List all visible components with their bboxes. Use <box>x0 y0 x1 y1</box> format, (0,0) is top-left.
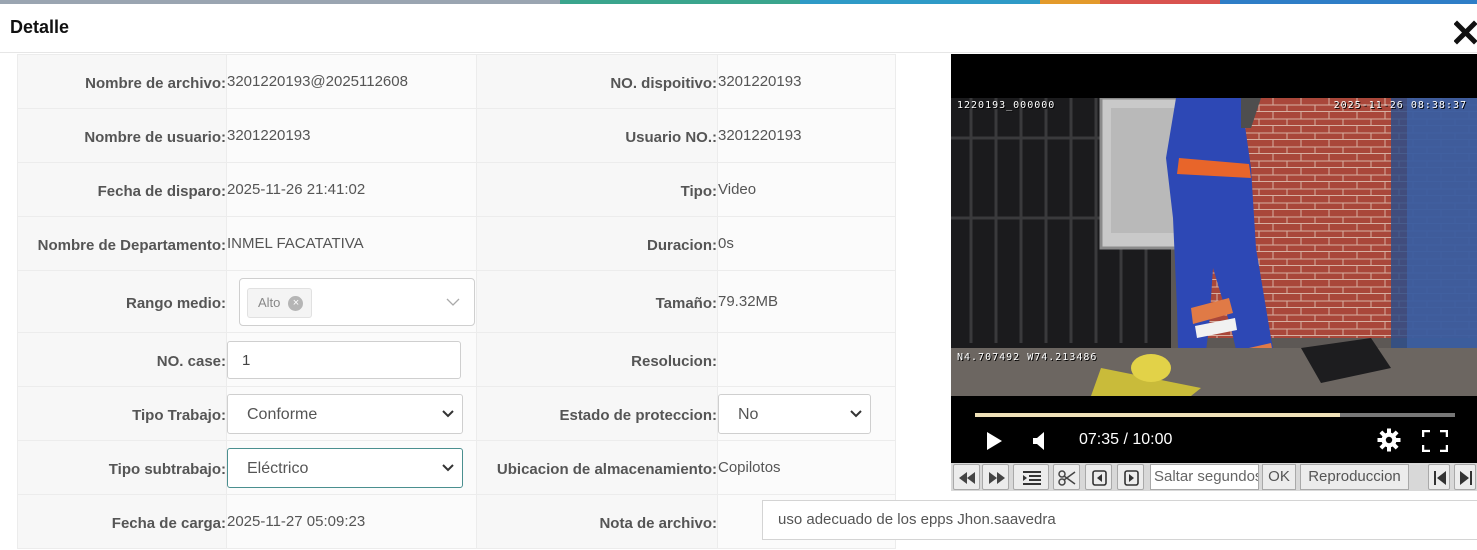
skip-end-button[interactable] <box>1454 464 1476 490</box>
osd-device-id: 1220193_000000 <box>957 100 1056 111</box>
department-label: Nombre de Departamento: <box>17 216 227 271</box>
detail-table: Nombre de archivo: 3201220193@2025112608… <box>17 54 896 549</box>
device-no-label: NO. dispoitivo: <box>476 54 718 109</box>
user-name-label: Nombre de usuario: <box>17 108 227 163</box>
close-icon[interactable] <box>1454 14 1477 50</box>
osd-datetime: 2025-11-26 08:38:37 <box>1333 100 1467 111</box>
protection-label: Estado de proteccion: <box>476 386 718 441</box>
size-value: 79.32MB <box>717 270 896 333</box>
chevron-down-icon <box>446 298 460 306</box>
trigger-date-label: Fecha de disparo: <box>17 162 227 217</box>
seek-ok-button[interactable]: OK <box>1262 464 1296 490</box>
fast-forward-button[interactable] <box>982 464 1009 490</box>
protection-selected: No <box>738 405 759 423</box>
device-no-value: 3201220193 <box>717 54 896 109</box>
protection-cell: No <box>717 386 896 441</box>
list-button[interactable] <box>1013 464 1049 490</box>
work-type-label: Tipo Trabajo: <box>17 386 227 441</box>
table-row: Fecha de disparo: 2025-11-26 21:41:02 Ti… <box>17 162 896 217</box>
prev-frame-icon <box>1092 470 1107 486</box>
prev-frame-button[interactable] <box>1085 464 1112 490</box>
video-time: 07:35 / 10:00 <box>1079 431 1173 448</box>
work-type-cell: Conforme <box>226 386 477 441</box>
rewind-icon <box>959 472 975 484</box>
video-frame: 1220193_000000 2025-11-26 08:38:37 N4.70… <box>951 98 1477 396</box>
volume-icon[interactable] <box>1031 431 1049 451</box>
resolution-label: Resolucion: <box>476 332 718 387</box>
rewind-button[interactable] <box>953 464 980 490</box>
type-label: Tipo: <box>476 162 718 217</box>
chevron-down-icon <box>850 409 862 417</box>
play-icon[interactable] <box>985 431 1003 451</box>
note-input[interactable]: uso adecuado de los epps Jhon.saavedra <box>762 500 1477 540</box>
range-tag-label: Alto <box>258 294 281 310</box>
next-frame-button[interactable] <box>1117 464 1144 490</box>
file-name-value: 3201220193@2025112608 <box>226 54 477 109</box>
fullscreen-icon[interactable] <box>1422 430 1448 452</box>
skip-start-icon <box>1434 471 1446 485</box>
file-name-label: Nombre de archivo: <box>17 54 227 109</box>
user-name-value: 3201220193 <box>226 108 477 163</box>
upload-date-value: 2025-11-27 05:09:23 <box>226 494 477 549</box>
trigger-date-value: 2025-11-26 21:41:02 <box>226 162 477 217</box>
duration-label: Duracion: <box>476 216 718 271</box>
table-row: Tipo Trabajo: Conforme Estado de protecc… <box>17 386 896 441</box>
sub-work-type-select[interactable]: Eléctrico <box>227 447 463 488</box>
remove-tag-icon[interactable]: × <box>288 295 304 311</box>
note-label: Nota de archivo: <box>476 494 718 549</box>
range-multiselect[interactable]: Alto × <box>239 277 475 326</box>
range-cell: Alto × <box>226 270 477 333</box>
storage-label: Ubicacion de almacenamiento: <box>476 440 718 495</box>
duration-value: 0s <box>717 216 896 271</box>
range-tag: Alto × <box>247 287 313 318</box>
chevron-down-icon <box>442 463 454 471</box>
work-type-select[interactable]: Conforme <box>227 393 463 434</box>
chevron-down-icon <box>442 409 454 417</box>
table-row: NO. case: 1 Resolucion: <box>17 332 896 387</box>
video-progress-bar[interactable] <box>975 413 1455 417</box>
skip-end-icon <box>1460 471 1472 485</box>
sub-work-type-label: Tipo subtrabajo: <box>17 440 227 495</box>
resolution-value <box>717 332 896 387</box>
user-no-value: 3201220193 <box>717 108 896 163</box>
clip-button[interactable] <box>1053 464 1080 490</box>
dialog-header: Detalle <box>0 4 1477 53</box>
skip-start-button[interactable] <box>1428 464 1450 490</box>
storage-value: Copilotos <box>717 440 896 495</box>
range-label: Rango medio: <box>17 270 227 333</box>
playback-button[interactable]: Reproduccion <box>1300 464 1409 490</box>
case-no-input[interactable]: 1 <box>227 340 461 379</box>
type-value: Video <box>717 162 896 217</box>
table-row: Rango medio: Alto × Tamaño: 79.32MB <box>17 270 896 333</box>
table-row: Nombre de usuario: 3201220193 Usuario NO… <box>17 108 896 163</box>
osd-gps: N4.707492 W74.213486 <box>957 352 1098 363</box>
case-no-cell: 1 <box>226 332 477 387</box>
table-row: Nombre de Departamento: INMEL FACATATIVA… <box>17 216 896 271</box>
protection-select[interactable]: No <box>718 393 871 434</box>
seek-seconds-input[interactable]: Saltar segundos <box>1150 464 1259 490</box>
user-no-label: Usuario NO.: <box>476 108 718 163</box>
upload-date-label: Fecha de carga: <box>17 494 227 549</box>
playback-toolbar: Saltar segundos OK Reproduccion <box>951 463 1477 491</box>
next-frame-icon <box>1124 470 1139 486</box>
sub-work-type-selected: Eléctrico <box>247 459 309 477</box>
sub-work-type-cell: Eléctrico <box>226 440 477 495</box>
table-row: Tipo subtrabajo: Eléctrico Ubicacion de … <box>17 440 896 495</box>
work-type-selected: Conforme <box>247 405 318 423</box>
dialog-title: Detalle <box>10 17 70 37</box>
gear-icon[interactable] <box>1377 428 1401 452</box>
video-player[interactable]: 1220193_000000 2025-11-26 08:38:37 N4.70… <box>951 54 1477 463</box>
scissors-icon <box>1058 470 1076 486</box>
department-value: INMEL FACATATIVA <box>226 216 477 271</box>
size-label: Tamaño: <box>476 270 718 333</box>
list-icon <box>1023 471 1041 485</box>
fast-forward-icon <box>989 472 1005 484</box>
table-row: Nombre de archivo: 3201220193@2025112608… <box>17 54 896 109</box>
case-no-label: NO. case: <box>17 332 227 387</box>
video-progress-fill <box>975 413 1340 417</box>
